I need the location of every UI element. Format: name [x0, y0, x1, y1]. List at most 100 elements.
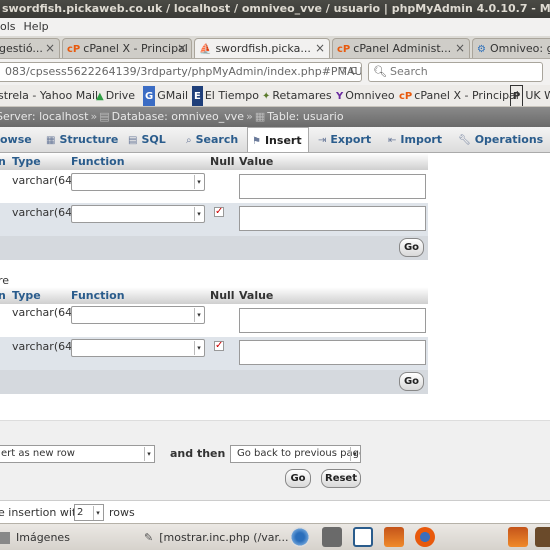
- bookmark-el-tiempo[interactable]: E El Tiempo: [192, 85, 259, 106]
- function-select[interactable]: ▾: [71, 306, 205, 324]
- url-dropdown-icon[interactable]: ▽ C: [339, 63, 357, 81]
- insert-mode-select[interactable]: ert as new row ▾: [0, 445, 155, 463]
- go-bar-1: Go: [0, 236, 428, 260]
- gmail-icon: G: [143, 86, 156, 106]
- bookmark-retamares[interactable]: ✦ Retamares: [262, 85, 332, 106]
- tab-operations[interactable]: 🔧︎ Operations: [454, 127, 543, 152]
- tab-sql[interactable]: ▤ SQL: [124, 127, 166, 152]
- search-input[interactable]: 🔍︎ Search: [368, 62, 543, 82]
- form-row: varchar(64) ▾: [0, 170, 428, 203]
- bookmark-omniveo[interactable]: Y Omniveo: [336, 85, 395, 106]
- wrench-icon: 🔧︎: [458, 135, 471, 146]
- form-row: varchar(64) ▾ ✓: [0, 337, 428, 370]
- terminal-icon[interactable]: [322, 527, 342, 547]
- tab-omniveo[interactable]: ⚙Omniveo: gest: [472, 38, 550, 58]
- navigation-bar: 083/cpsess5622264139/3rdparty/phpMyAdmin…: [0, 59, 550, 85]
- bookmark-drive[interactable]: ▲ Drive: [96, 85, 135, 106]
- tab-cpanel-principal[interactable]: cP cPanel X - Principal ×: [62, 38, 192, 58]
- tab-cpanel-admin[interactable]: cP cPanel Administ... ×: [332, 38, 470, 58]
- field-type: varchar(64): [12, 340, 77, 353]
- after-insert-select[interactable]: Go back to previous page ▾: [230, 445, 361, 463]
- go-button[interactable]: Go: [399, 238, 424, 257]
- function-header[interactable]: Function: [71, 289, 125, 302]
- function-header[interactable]: Function: [71, 155, 125, 168]
- null-header: Null: [210, 155, 235, 168]
- database-icon: ▤: [99, 110, 110, 123]
- taskbar: Imágenes ✎ [mostrar.inc.php (/var...: [0, 523, 550, 550]
- bookmark-yahoo-mail[interactable]: strela - Yahoo Mail: [0, 85, 98, 106]
- null-checkbox[interactable]: ✓: [214, 341, 224, 351]
- chevron-down-icon: ▾: [350, 447, 359, 461]
- menu-bar: ols Help: [0, 18, 550, 36]
- chevron-down-icon: ▾: [194, 175, 203, 189]
- insert-options-panel: ert as new row ▾ and then Go back to prev…: [0, 420, 550, 500]
- menu-tools[interactable]: ols: [0, 18, 16, 36]
- go-button[interactable]: Go: [285, 469, 311, 488]
- structure-icon: ▦: [46, 135, 56, 146]
- field-type: varchar(64): [12, 206, 77, 219]
- window-title: swordfish.pickaweb.co.uk / localhost / o…: [0, 0, 550, 18]
- pma-tabs: owse ▦ Structure ▤ SQL ⌕ Search ⚑ Insert ⇥ Ex…: [0, 127, 550, 153]
- chromium-icon[interactable]: [290, 527, 310, 547]
- app-icon[interactable]: [535, 527, 550, 547]
- package-icon[interactable]: [384, 527, 404, 547]
- value-input[interactable]: [239, 308, 426, 333]
- tab-gestion[interactable]: gestió... ×: [0, 38, 60, 58]
- package-icon[interactable]: [508, 527, 528, 547]
- bookmark-cpanel[interactable]: cP cPanel X - Principal: [399, 85, 519, 106]
- image-viewer-icon: [0, 532, 10, 544]
- document-icon[interactable]: [353, 527, 373, 547]
- rows-select[interactable]: 2 ▾: [74, 504, 104, 521]
- breadcrumb-table[interactable]: Table: usuario: [267, 110, 343, 123]
- bookmark-gmail[interactable]: G GMail: [143, 85, 188, 106]
- function-select[interactable]: ▾: [71, 173, 205, 191]
- drive-icon: ▲: [96, 91, 104, 102]
- tab-import[interactable]: ⇤ Import: [384, 127, 442, 152]
- null-header: Null: [210, 289, 235, 302]
- reset-button[interactable]: Reset: [321, 469, 361, 488]
- breadcrumb: Server: localhost» ▤ Database: omniveo_vve…: [0, 107, 550, 127]
- taskbar-images[interactable]: Imágenes: [0, 526, 70, 549]
- null-checkbox[interactable]: ✓: [214, 207, 224, 217]
- tab-structure[interactable]: ▦ Structure: [42, 127, 118, 152]
- column-header: n: [0, 289, 6, 302]
- close-icon[interactable]: ×: [177, 39, 187, 58]
- tab-export[interactable]: ⇥ Export: [314, 127, 371, 152]
- omniveo-icon: ⚙: [477, 44, 486, 55]
- function-select[interactable]: ▾: [71, 205, 205, 223]
- tab-insert[interactable]: ⚑ Insert: [247, 127, 309, 152]
- tab-browse[interactable]: owse: [0, 127, 32, 152]
- and-then-label: and then: [170, 447, 226, 460]
- chevron-down-icon: ▾: [93, 506, 102, 520]
- screen: { "window": {"title": "swordfish.pickawe…: [0, 0, 550, 550]
- bookmark-uk-w[interactable]: PUK W: [510, 85, 550, 106]
- menu-help[interactable]: Help: [24, 18, 49, 36]
- type-header[interactable]: Type: [12, 289, 41, 302]
- value-input[interactable]: [239, 174, 426, 199]
- function-select[interactable]: ▾: [71, 339, 205, 357]
- phpmyadmin-icon: ⛵: [199, 44, 212, 55]
- taskbar-editor[interactable]: ✎ [mostrar.inc.php (/var...: [144, 526, 289, 549]
- url-bar[interactable]: 083/cpsess5622264139/3rdparty/phpMyAdmin…: [0, 62, 362, 82]
- breadcrumb-database[interactable]: Database: omniveo_vve: [112, 110, 244, 123]
- go-bar-2: Go: [0, 370, 428, 394]
- value-input[interactable]: [239, 340, 426, 365]
- breadcrumb-server[interactable]: Server: localhost: [0, 110, 88, 123]
- browser-tabs: gestió... × cP cPanel X - Principal × ⛵ swor…: [0, 36, 550, 59]
- tab-search[interactable]: ⌕ Search: [182, 127, 238, 152]
- cpanel-icon: cP: [67, 44, 81, 55]
- breadcrumb-separator: »: [90, 110, 98, 123]
- close-icon[interactable]: ×: [315, 39, 325, 58]
- go-button[interactable]: Go: [399, 372, 424, 391]
- column-header: n: [0, 155, 6, 168]
- close-icon[interactable]: ×: [455, 39, 465, 58]
- table-icon: ▦: [254, 110, 266, 123]
- firefox-icon[interactable]: [415, 527, 435, 547]
- import-icon: ⇤: [388, 135, 397, 146]
- type-header[interactable]: Type: [12, 155, 41, 168]
- value-input[interactable]: [239, 206, 426, 231]
- close-icon[interactable]: ×: [45, 39, 55, 58]
- tab-phpmyadmin[interactable]: ⛵ swordfish.picka... ×: [194, 38, 330, 58]
- breadcrumb-separator: »: [246, 110, 253, 123]
- field-type: varchar(64): [12, 306, 77, 319]
